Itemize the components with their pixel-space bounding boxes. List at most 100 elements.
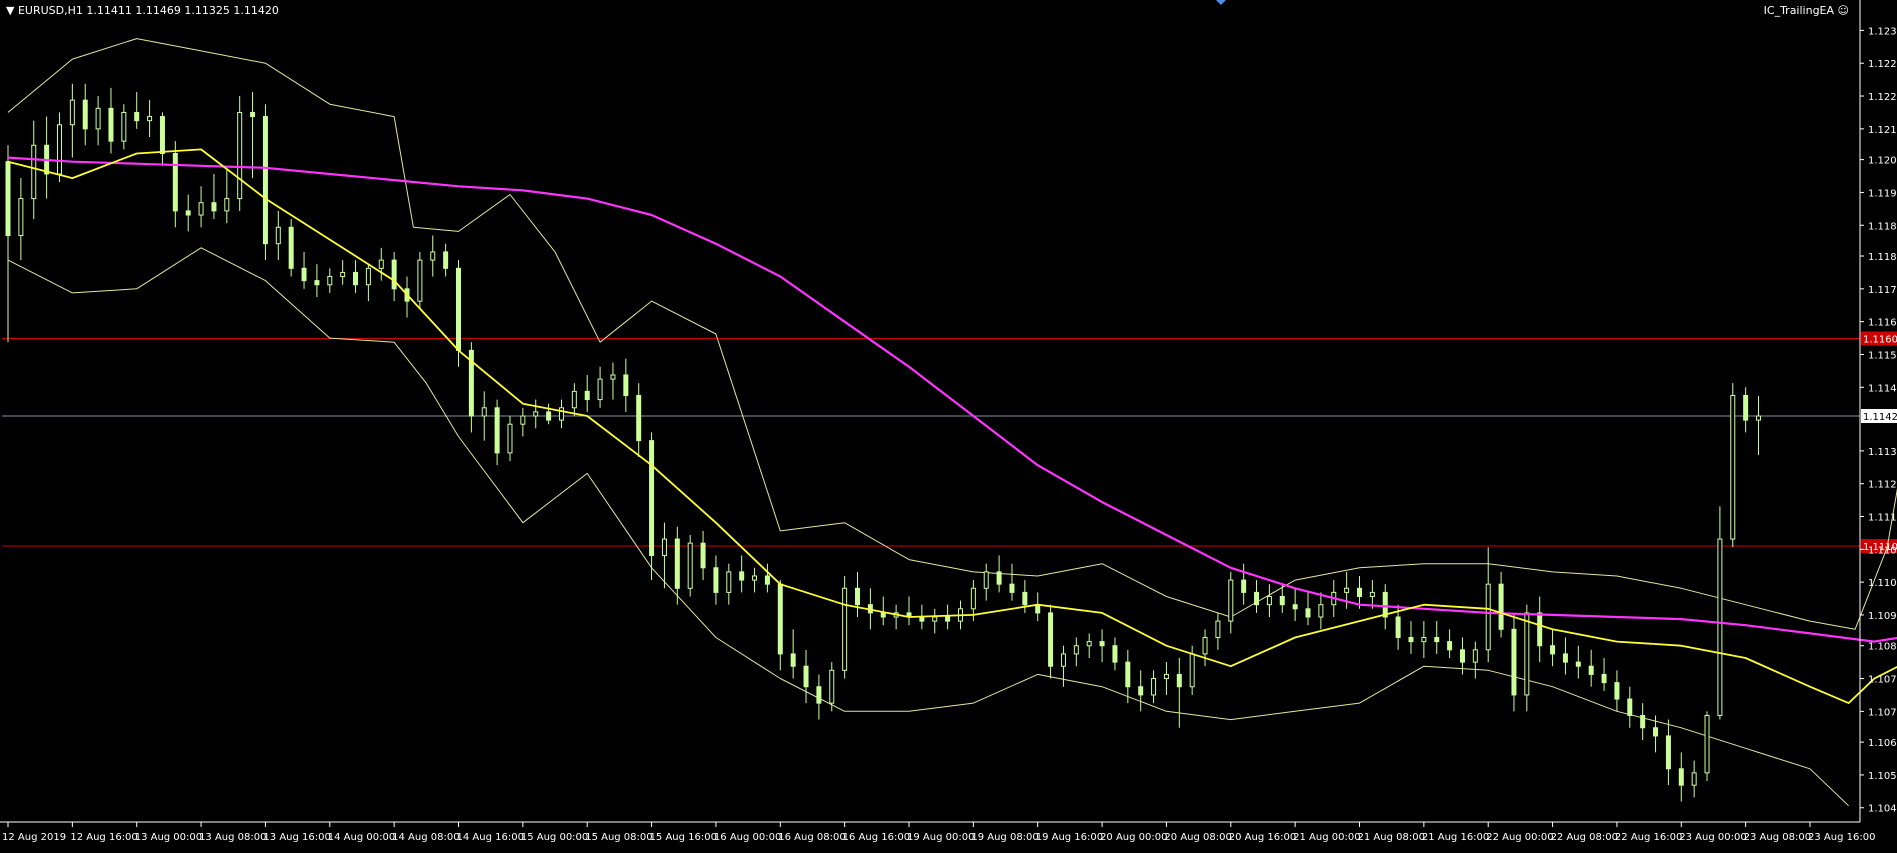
chart-window[interactable]: 1.116091.111031.11420 1.123601.122801.12… bbox=[0, 0, 1897, 853]
candle-body bbox=[301, 267, 307, 282]
candle-body bbox=[700, 542, 706, 569]
time-tick-label: 13 Aug 00:00 bbox=[135, 832, 202, 843]
price-chart[interactable]: 1.116091.111031.11420 1.123601.122801.12… bbox=[0, 0, 1897, 853]
candle-body bbox=[198, 202, 204, 216]
candle-body bbox=[237, 111, 243, 200]
candle-body bbox=[1447, 641, 1453, 651]
time-tick-label: 21 Aug 16:00 bbox=[1422, 832, 1489, 843]
symbol-header: ▼ EURUSD,H1 1.11411 1.11469 1.11325 1.11… bbox=[6, 4, 279, 17]
expert-advisor-label[interactable]: IC_TrailingEA ☺ bbox=[1764, 4, 1849, 17]
price-tick-label: 1.11015 bbox=[1868, 578, 1897, 589]
candle-body bbox=[1575, 661, 1581, 667]
candle-body bbox=[507, 423, 513, 454]
candle-body bbox=[1550, 645, 1556, 655]
candle-body bbox=[18, 198, 24, 237]
candle-body bbox=[1292, 604, 1298, 610]
time-tick-label: 21 Aug 08:00 bbox=[1358, 832, 1425, 843]
candle-body bbox=[610, 374, 616, 380]
price-tick-label: 1.11885 bbox=[1868, 221, 1897, 232]
time-tick-label: 20 Aug 16:00 bbox=[1229, 832, 1296, 843]
candle-body bbox=[314, 280, 320, 286]
price-tick-label: 1.12280 bbox=[1868, 59, 1897, 70]
candle-body bbox=[1434, 637, 1440, 643]
candle-body bbox=[353, 271, 359, 286]
price-tick-label: 1.10700 bbox=[1868, 707, 1897, 718]
price-tick-label: 1.11730 bbox=[1868, 285, 1897, 296]
candle-body bbox=[1640, 714, 1646, 729]
price-tick-label: 1.12120 bbox=[1868, 125, 1897, 136]
candle-body bbox=[880, 612, 886, 618]
price-tick-label: 1.10465 bbox=[1868, 804, 1897, 815]
candle-body bbox=[1009, 583, 1015, 593]
candle-body bbox=[983, 571, 989, 589]
time-tick-label: 16 Aug 00:00 bbox=[714, 832, 781, 843]
candle-body bbox=[661, 538, 667, 556]
price-tick-label: 1.10860 bbox=[1868, 642, 1897, 653]
ohlc-values: 1.11411 1.11469 1.11325 1.11420 bbox=[86, 4, 279, 17]
candle-body bbox=[1562, 653, 1568, 663]
candle-body bbox=[430, 251, 436, 261]
price-tick-label: 1.11965 bbox=[1868, 188, 1897, 199]
level-price-label: 1.11609 bbox=[1863, 334, 1897, 345]
candle-body bbox=[764, 575, 770, 585]
candle-body bbox=[250, 111, 256, 118]
chart-menu-arrow-icon[interactable]: ▼ bbox=[6, 4, 14, 17]
candle-body bbox=[1266, 595, 1272, 606]
time-tick-label: 15 Aug 08:00 bbox=[585, 832, 652, 843]
candle-body bbox=[1305, 608, 1311, 618]
candle-body bbox=[1241, 579, 1247, 593]
candle-body bbox=[1357, 587, 1362, 597]
candle-body bbox=[520, 415, 526, 425]
candle-body bbox=[1717, 538, 1723, 716]
candle-body bbox=[739, 571, 745, 581]
smiley-icon: ☺ bbox=[1837, 4, 1849, 17]
candle-body bbox=[1035, 604, 1041, 614]
candle-body bbox=[790, 653, 796, 667]
candle-body bbox=[5, 161, 11, 237]
candle-body bbox=[829, 669, 835, 704]
price-tick-label: 1.10545 bbox=[1868, 771, 1897, 782]
price-tick-label: 1.11095 bbox=[1868, 545, 1897, 556]
candle-body bbox=[159, 116, 165, 154]
candle-body bbox=[365, 267, 371, 286]
candle-body bbox=[391, 259, 397, 290]
candle-body bbox=[1743, 394, 1749, 421]
candle-body bbox=[855, 587, 861, 606]
candle-body bbox=[1022, 591, 1028, 606]
candle-body bbox=[597, 378, 603, 401]
time-tick-label: 22 Aug 00:00 bbox=[1486, 832, 1553, 843]
candle-body bbox=[95, 107, 101, 130]
price-tick-label: 1.10625 bbox=[1868, 738, 1897, 749]
candle-body bbox=[1691, 772, 1697, 786]
price-tick-label: 1.11650 bbox=[1868, 318, 1897, 329]
candle-body bbox=[456, 267, 461, 351]
time-tick-label: 15 Aug 00:00 bbox=[521, 832, 588, 843]
candle-body bbox=[1228, 579, 1234, 622]
candle-body bbox=[1756, 415, 1762, 421]
time-tick-label: 14 Aug 16:00 bbox=[457, 832, 524, 843]
time-tick-label: 22 Aug 16:00 bbox=[1615, 832, 1682, 843]
candle-body bbox=[1112, 645, 1118, 663]
candle-body bbox=[172, 152, 178, 212]
candle-body bbox=[1138, 686, 1144, 696]
candle-body bbox=[1099, 641, 1105, 647]
price-tick-label: 1.12045 bbox=[1868, 156, 1897, 167]
candle-body bbox=[1048, 612, 1054, 667]
candle-body bbox=[262, 116, 268, 245]
time-tick-label: 20 Aug 08:00 bbox=[1164, 832, 1231, 843]
candle-body bbox=[1318, 604, 1324, 618]
candle-body bbox=[777, 583, 783, 655]
candle-body bbox=[816, 686, 822, 704]
price-tick-label: 1.11175 bbox=[1868, 513, 1897, 524]
candle-body bbox=[1665, 735, 1671, 770]
price-tick-label: 1.11255 bbox=[1868, 480, 1897, 491]
candle-body bbox=[1125, 661, 1131, 688]
candle-body bbox=[558, 407, 564, 421]
candle-body bbox=[996, 571, 1002, 585]
candle-body bbox=[211, 202, 217, 212]
candle-body bbox=[1189, 653, 1195, 688]
candle-body bbox=[1627, 698, 1633, 716]
candle-body bbox=[443, 251, 449, 269]
price-tick-label: 1.11810 bbox=[1868, 252, 1897, 263]
candle-body bbox=[1601, 673, 1607, 684]
